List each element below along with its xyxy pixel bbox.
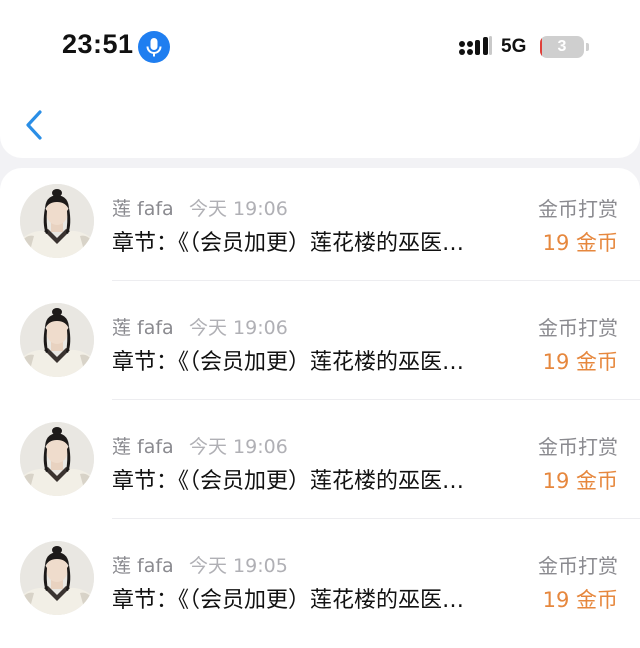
microphone-icon (138, 31, 170, 63)
avatar (20, 184, 94, 258)
divider (112, 280, 640, 281)
user-name: 莲 fafa (112, 317, 174, 339)
divider (112, 518, 640, 519)
divider (112, 399, 640, 400)
chapter-title: 章节：《（会员加更）莲花楼的巫医… (112, 588, 465, 613)
header-card: 23:51 5G 3 (0, 0, 640, 158)
chapter-title: 章节：《（会员加更）莲花楼的巫医… (112, 469, 465, 494)
avatar (20, 541, 94, 615)
reward-time: 今天 19:06 (189, 317, 288, 339)
list-item[interactable]: 莲 fafa 今天 19:06 金币打赏 章节：《（会员加更）莲花楼的巫医… 1… (0, 406, 640, 525)
reward-type: 金币打赏 (538, 197, 618, 221)
avatar (20, 422, 94, 496)
reward-type: 金币打赏 (538, 554, 618, 578)
reward-time: 今天 19:05 (189, 555, 288, 577)
reward-time: 今天 19:06 (189, 198, 288, 220)
list-item[interactable]: 莲 fafa 今天 19:06 金币打赏 章节：《（会员加更）莲花楼的巫医… 1… (0, 287, 640, 406)
reward-type: 金币打赏 (538, 435, 618, 459)
user-name: 莲 fafa (112, 555, 174, 577)
signal-icon (458, 36, 492, 58)
reward-amount: 19 金币 (542, 469, 618, 493)
reward-time: 今天 19:06 (189, 436, 288, 458)
chapter-title: 章节：《（会员加更）莲花楼的巫医… (112, 231, 465, 256)
status-time: 23:51 (62, 29, 134, 59)
reward-list: 莲 fafa 今天 19:06 金币打赏 章节：《（会员加更）莲花楼的巫医… 1… (0, 168, 640, 648)
reward-amount: 19 金币 (542, 350, 618, 374)
reward-type: 金币打赏 (538, 316, 618, 340)
avatar (20, 303, 94, 377)
chevron-left-icon (26, 110, 42, 140)
status-bar: 23:51 5G 3 (0, 0, 640, 95)
network-label: 5G (501, 36, 527, 57)
user-name: 莲 fafa (112, 198, 174, 220)
battery-percentage: 3 (557, 38, 567, 55)
back-button[interactable] (20, 104, 54, 146)
reward-amount: 19 金币 (542, 231, 618, 255)
battery-icon: 3 (540, 36, 584, 58)
reward-amount: 19 金币 (542, 588, 618, 612)
chapter-title: 章节：《（会员加更）莲花楼的巫医… (112, 350, 465, 375)
user-name: 莲 fafa (112, 436, 174, 458)
battery-tip (586, 43, 589, 51)
list-item[interactable]: 莲 fafa 今天 19:06 金币打赏 章节：《（会员加更）莲花楼的巫医… 1… (0, 168, 640, 287)
list-item[interactable]: 莲 fafa 今天 19:05 金币打赏 章节：《（会员加更）莲花楼的巫医… 1… (0, 525, 640, 644)
